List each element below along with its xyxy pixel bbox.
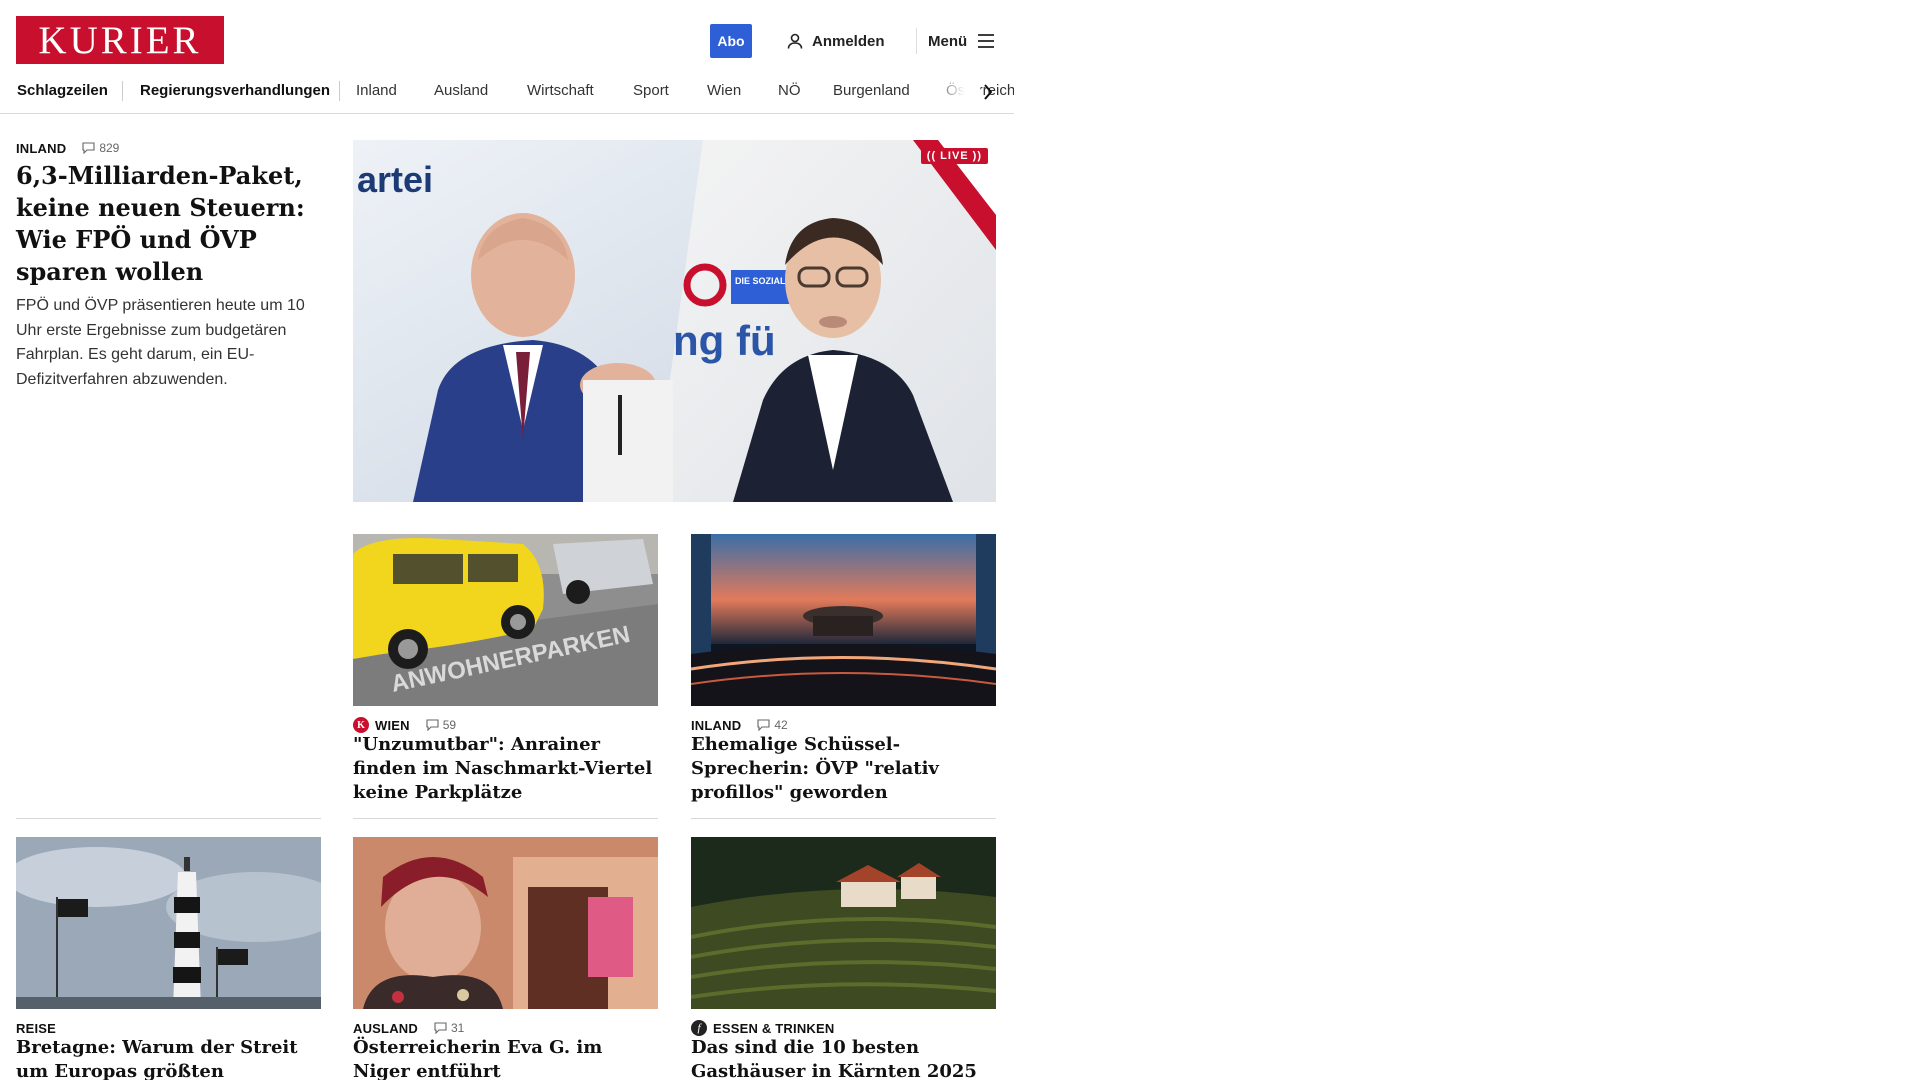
nav-item-burgenland[interactable]: Burgenland xyxy=(833,80,910,102)
user-icon xyxy=(787,33,803,49)
card-headline[interactable]: Bretagne: Warum der Streit um Europas gr… xyxy=(16,1036,322,1080)
nav-divider xyxy=(122,81,123,101)
card-image-lighthouse[interactable] xyxy=(16,837,321,1009)
card-headline[interactable]: Das sind die 10 besten Gasthäuser in Kär… xyxy=(691,1036,997,1080)
nav-item-inland[interactable]: Inland xyxy=(356,80,397,102)
nav-item-ausland[interactable]: Ausland xyxy=(434,80,488,102)
section-nav: Schlagzeilen Regierungsverhandlungen Inl… xyxy=(0,76,1014,114)
divider xyxy=(16,818,321,819)
menu-button[interactable]: Menü xyxy=(928,28,995,54)
menu-label: Menü xyxy=(928,32,968,50)
card-meta: AUSLAND 31 xyxy=(353,1020,464,1036)
nav-item-noe[interactable]: NÖ xyxy=(778,80,801,102)
nav-item-wirtschaft[interactable]: Wirtschaft xyxy=(527,80,594,102)
category-label[interactable]: ESSEN & TRINKEN xyxy=(713,1021,834,1036)
divider xyxy=(353,818,658,819)
card-image-gasthaus[interactable] xyxy=(691,837,996,1009)
card-image-eva-g[interactable] xyxy=(353,837,658,1009)
comment-icon xyxy=(757,719,770,731)
category-label[interactable]: AUSLAND xyxy=(353,1021,418,1036)
nav-item-wien[interactable]: Wien xyxy=(707,80,741,102)
kurier-logo[interactable]: KURIER xyxy=(16,16,224,64)
category-label[interactable]: REISE xyxy=(16,1021,56,1036)
comment-icon xyxy=(82,142,95,154)
comment-count[interactable]: 59 xyxy=(426,718,456,732)
card-meta: INLAND 42 xyxy=(691,717,788,733)
divider xyxy=(691,818,996,819)
chevron-right-icon xyxy=(984,84,993,100)
nav-scroll-button[interactable] xyxy=(978,80,998,104)
lead-image[interactable]: artei ng fü DIE SOZIALE HEIMATPARTEI (( … xyxy=(353,140,996,502)
svg-text:artei: artei xyxy=(357,159,433,200)
nav-item-schlagzeilen[interactable]: Schlagzeilen xyxy=(17,80,108,102)
lead-meta: INLAND 829 xyxy=(16,140,119,156)
card-meta: f ESSEN & TRINKEN xyxy=(691,1020,834,1036)
comment-icon xyxy=(426,719,439,731)
hamburger-icon xyxy=(978,34,995,48)
login-button[interactable]: Anmelden xyxy=(786,28,885,54)
freizeit-icon: f xyxy=(691,1020,707,1036)
lead-image-art: artei ng fü DIE SOZIALE HEIMATPARTEI xyxy=(353,140,996,502)
lead-teaser: FPÖ und ÖVP präsentieren heute um 10 Uhr… xyxy=(16,297,305,388)
card-image-art xyxy=(691,837,996,1009)
abo-button[interactable]: Abo xyxy=(710,24,752,58)
nav-item-sport[interactable]: Sport xyxy=(633,80,669,102)
card-image-art xyxy=(16,837,321,1009)
nav-item-regierungsverhandlungen[interactable]: Regierungsverhandlungen xyxy=(140,80,330,102)
kurier-plus-icon: K xyxy=(353,717,369,733)
svg-text:ng fü: ng fü xyxy=(673,317,776,364)
card-image-art xyxy=(353,837,658,1009)
nav-fade xyxy=(930,76,980,110)
page: KURIER Abo Anmelden Menü Schlagzeilen Re… xyxy=(0,0,1014,1080)
comment-count[interactable]: 42 xyxy=(757,718,788,732)
login-label: Anmelden xyxy=(812,32,885,50)
card-image-art: ANWOHNERPARKEN xyxy=(353,534,658,706)
card-meta: REISE xyxy=(16,1020,56,1036)
card-headline[interactable]: Ehemalige Schüssel-Sprecherin: ÖVP "rela… xyxy=(691,733,997,805)
card-headline[interactable]: "Unzumutbar": Anrainer finden im Naschma… xyxy=(353,733,659,805)
card-image-tv-studio[interactable] xyxy=(691,534,996,706)
category-label[interactable]: WIEN xyxy=(375,718,410,733)
category-label[interactable]: INLAND xyxy=(16,141,66,156)
lead-headline[interactable]: 6,3-Milliarden-Paket, keine neuen Steuer… xyxy=(16,160,324,288)
comment-count[interactable]: 31 xyxy=(434,1021,464,1035)
comment-icon xyxy=(434,1022,447,1034)
header-divider xyxy=(916,28,917,54)
nav-divider xyxy=(339,81,340,101)
card-meta: K WIEN 59 xyxy=(353,717,456,733)
card-headline[interactable]: Österreicherin Eva G. im Niger entführt xyxy=(353,1036,659,1080)
live-badge: (( LIVE )) xyxy=(920,148,988,164)
comment-count[interactable]: 829 xyxy=(82,141,119,155)
card-image-naschmarkt[interactable]: ANWOHNERPARKEN xyxy=(353,534,658,706)
category-label[interactable]: INLAND xyxy=(691,718,741,733)
card-image-art xyxy=(691,534,996,706)
